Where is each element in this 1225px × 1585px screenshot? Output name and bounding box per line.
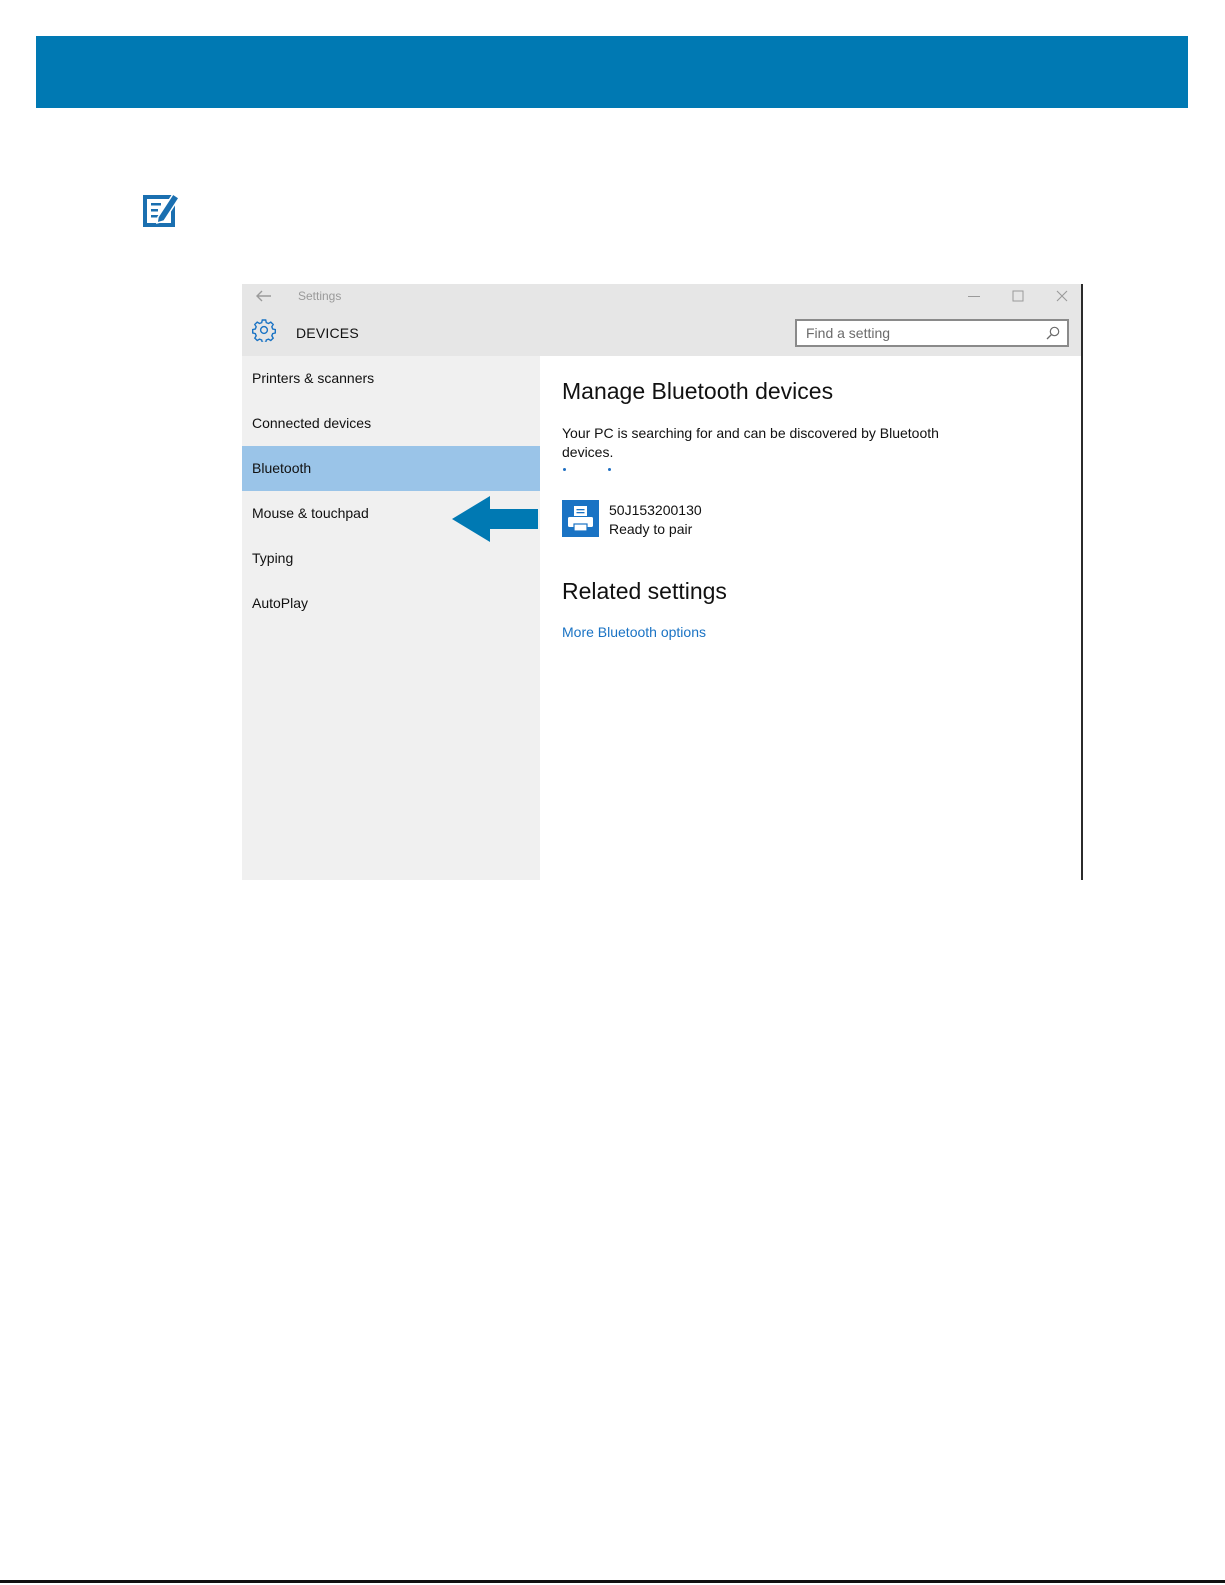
sidebar: Printers & scanners Connected devices Bl…: [242, 356, 540, 880]
settings-header: DEVICES: [242, 308, 1081, 356]
sidebar-item-label: Printers & scanners: [252, 370, 375, 386]
sidebar-item-label: Bluetooth: [252, 460, 312, 476]
sidebar-item-label: AutoPlay: [252, 595, 309, 611]
device-list-item[interactable]: 50J153200130 Ready to pair: [562, 496, 822, 540]
progress-dot: [563, 468, 566, 471]
sidebar-item-label: Connected devices: [252, 415, 372, 431]
related-settings-heading: Related settings: [562, 578, 727, 604]
minimize-icon[interactable]: [966, 289, 982, 303]
sidebar-item-label: Mouse & touchpad: [252, 505, 369, 521]
settings-window: Settings DEVICES Find a setting Printers…: [242, 284, 1083, 880]
main-content: Manage Bluetooth devices Your PC is sear…: [540, 356, 1081, 880]
search-icon[interactable]: [1045, 325, 1061, 341]
more-bluetooth-options-link[interactable]: More Bluetooth options: [562, 624, 706, 640]
device-name: 50J153200130: [609, 502, 702, 518]
page-title: Manage Bluetooth devices: [562, 378, 834, 404]
back-arrow-icon[interactable]: [252, 287, 274, 305]
document-header-banner: [36, 36, 1188, 108]
gear-icon: [252, 318, 276, 344]
device-status: Ready to pair: [609, 521, 693, 537]
search-input[interactable]: [797, 321, 1036, 345]
search-box[interactable]: [795, 319, 1069, 347]
sidebar-item-connected-devices[interactable]: Connected devices: [242, 401, 540, 446]
sidebar-item-autoplay[interactable]: AutoPlay: [242, 581, 540, 626]
title-bar: Settings: [242, 284, 1081, 308]
arrow-left-icon: [452, 494, 544, 544]
sidebar-item-printers-scanners[interactable]: Printers & scanners: [242, 356, 540, 401]
sidebar-item-label: Typing: [252, 550, 294, 566]
window-edge: [1081, 284, 1083, 880]
printer-icon: [562, 500, 599, 537]
window-title: Settings: [298, 289, 342, 303]
maximize-icon[interactable]: [1010, 289, 1026, 303]
discovery-status-text: Your PC is searching for and can be disc…: [562, 425, 939, 460]
note-edit-icon: [142, 188, 180, 228]
sidebar-item-bluetooth[interactable]: Bluetooth: [242, 446, 540, 491]
page-bottom-rule: [0, 1580, 1225, 1583]
progress-dot: [608, 468, 611, 471]
close-icon[interactable]: [1054, 289, 1070, 303]
section-title: DEVICES: [296, 325, 359, 341]
